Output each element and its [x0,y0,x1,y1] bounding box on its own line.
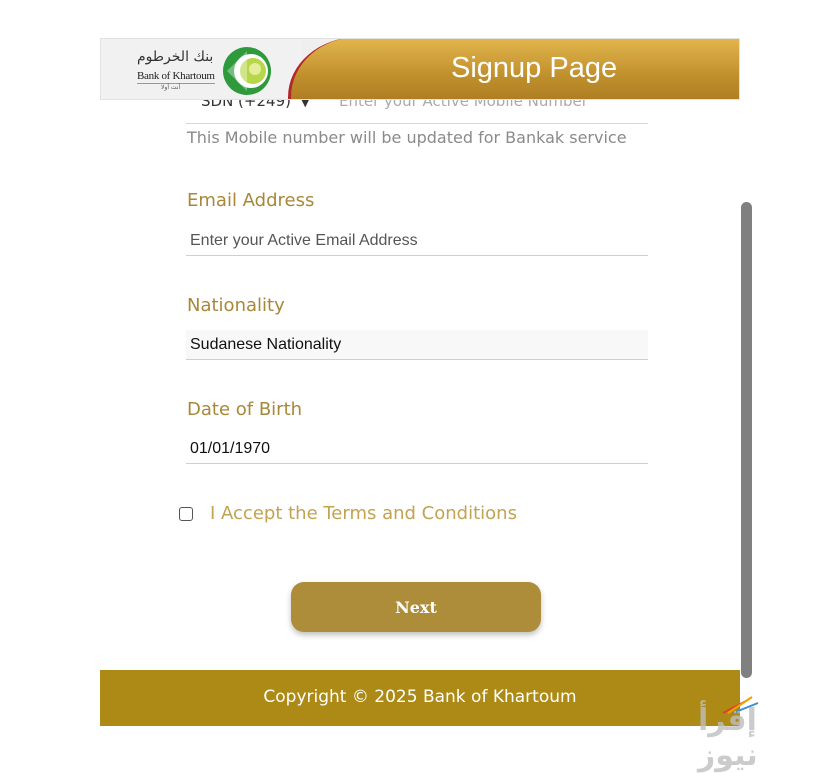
dob-value: 01/01/1970 [190,440,271,457]
bank-logo: بنك الخرطوم Bank of Khartoum أنت أولا [101,39,301,99]
nationality-value: Sudanese Nationality [190,336,342,353]
email-placeholder: Enter your Active Email Address [190,232,418,249]
email-field[interactable]: Enter your Active Email Address [186,226,648,256]
footer: Copyright © 2025 Bank of Khartoum [100,670,740,726]
chevron-down-icon: ▼ [300,100,310,109]
watermark-text: إقرأ نيوز [698,703,758,773]
country-code-value: SDN (+249) [201,100,291,110]
country-code-select[interactable]: SDN (+249) ▼ [201,100,309,110]
email-label: Email Address [187,190,315,211]
scrollbar-thumb[interactable] [741,202,752,678]
nationality-label: Nationality [187,295,285,316]
watermark-logo: إقرأ نيوز [698,695,818,773]
copyright-text: Copyright © 2025 Bank of Khartoum [263,687,577,707]
logo-tagline: أنت أولا [161,84,181,91]
dob-label: Date of Birth [187,399,303,420]
bank-emblem-icon [223,47,271,95]
next-button[interactable]: Next [291,582,541,632]
nationality-select[interactable]: Sudanese Nationality [186,330,648,360]
page-title: Signup Page [451,52,618,84]
header-banner: بنك الخرطوم Bank of Khartoum أنت أولا Si… [100,38,740,100]
dob-field[interactable]: 01/01/1970 [186,434,648,464]
mobile-number-input[interactable]: Enter your Active Mobile Number [339,100,588,110]
logo-english-text: Bank of Khartoum [137,70,215,82]
terms-label[interactable]: I Accept the Terms and Conditions [210,503,517,524]
mobile-number-row: SDN (+249) ▼ Enter your Active Mobile Num… [186,100,648,124]
mobile-hint-text: This Mobile number will be updated for B… [187,128,627,147]
logo-arabic-text: بنك الخرطوم [137,49,214,65]
terms-checkbox[interactable] [179,507,193,521]
